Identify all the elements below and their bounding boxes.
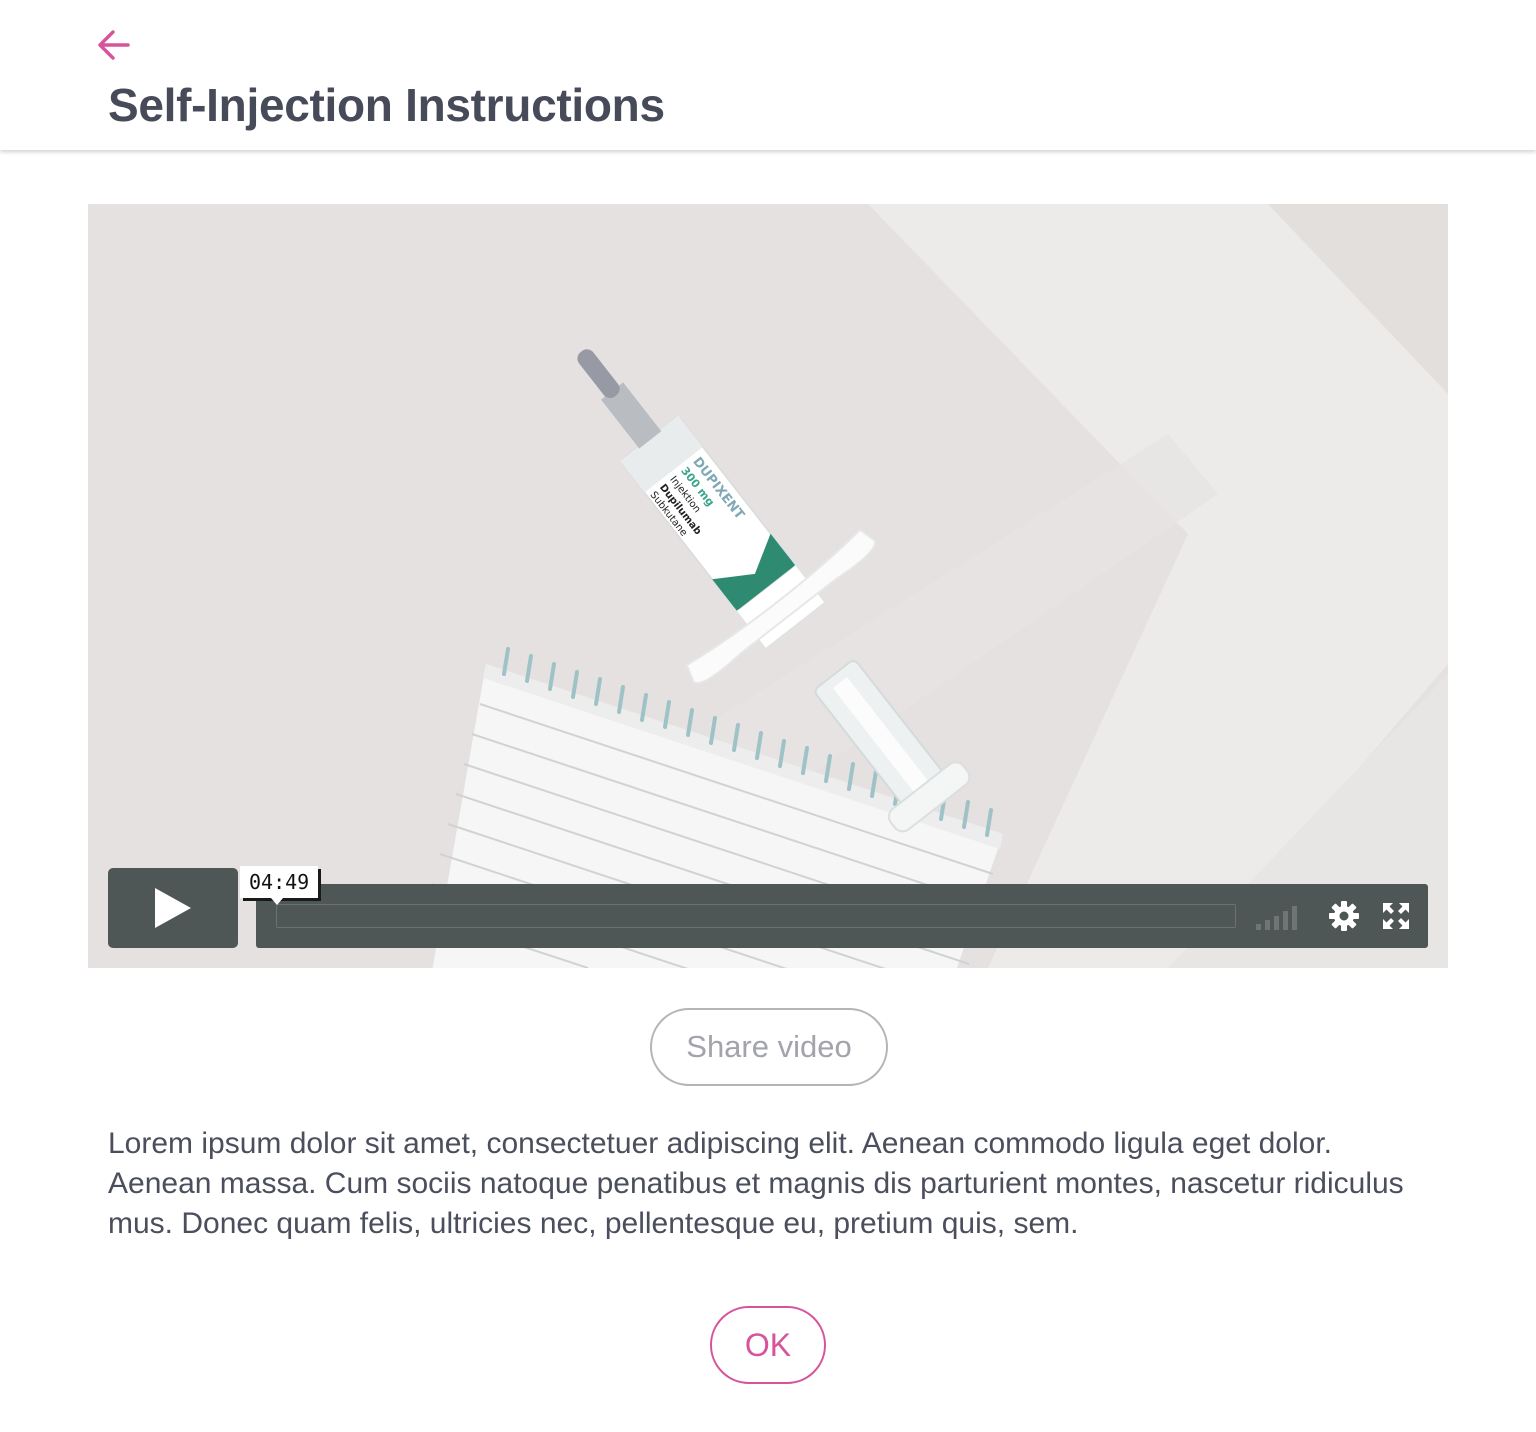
progress-bar[interactable] [276, 904, 1236, 928]
volume-bars-icon[interactable] [1256, 902, 1306, 930]
volume-bar [1283, 911, 1288, 930]
settings-button[interactable] [1326, 898, 1362, 934]
arrow-left-icon [98, 30, 130, 60]
video-player[interactable]: DUPIXENT 300 mg Injektion Dupilumab Subk… [88, 204, 1448, 968]
fullscreen-icon [1383, 903, 1409, 929]
page-title: Self-Injection Instructions [108, 79, 665, 131]
duration-tooltip: 04:49 [240, 866, 319, 898]
volume-bar [1292, 906, 1297, 930]
video-control-bar [256, 884, 1428, 948]
video-frame: DUPIXENT 300 mg Injektion Dupilumab Subk… [88, 204, 1448, 968]
header: Self-Injection Instructions [0, 0, 1536, 150]
volume-bar [1265, 920, 1270, 930]
share-video-button[interactable]: Share video [650, 1008, 888, 1086]
description-text: Lorem ipsum dolor sit amet, consectetuer… [108, 1127, 1404, 1240]
back-button[interactable] [92, 24, 134, 66]
play-button[interactable] [108, 868, 238, 948]
volume-bar [1256, 924, 1261, 930]
duration-tooltip-arrow [271, 898, 283, 905]
ok-button[interactable]: OK [710, 1306, 826, 1384]
play-icon [155, 888, 191, 928]
fullscreen-button[interactable] [1378, 898, 1414, 934]
volume-bar [1274, 916, 1279, 930]
gear-icon [1329, 901, 1359, 931]
